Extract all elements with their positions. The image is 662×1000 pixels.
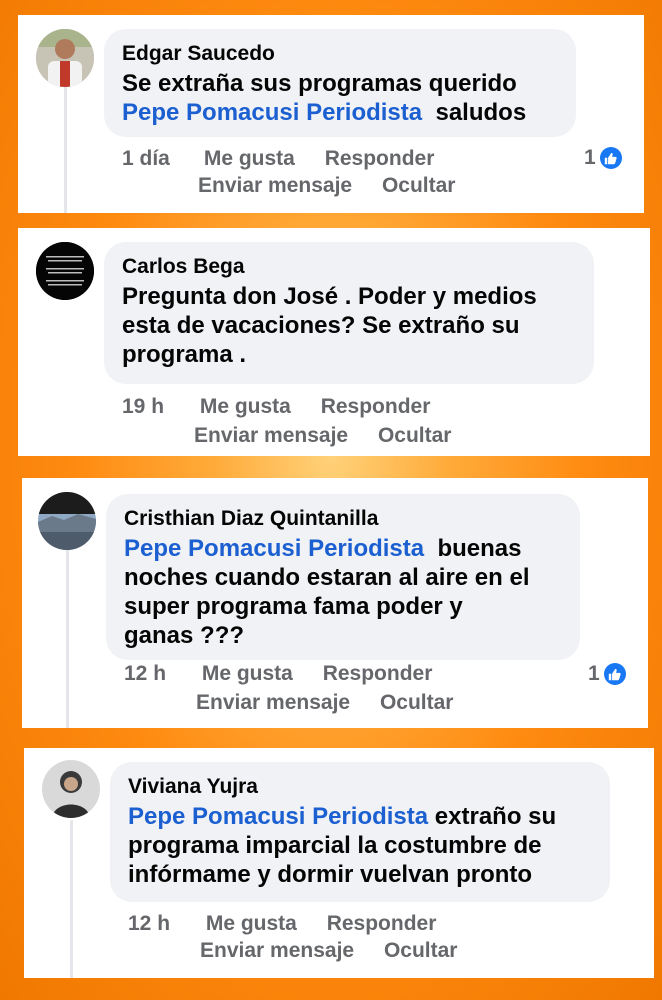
comment-actions: 19 h Me gusta Responder — [122, 393, 430, 421]
reply-button[interactable]: Responder — [321, 393, 431, 421]
like-reaction-icon — [599, 147, 622, 169]
reply-button[interactable]: Responder — [325, 145, 435, 173]
hide-button[interactable]: Ocultar — [384, 939, 458, 962]
comment-text: Pepe Pomacusi Periodista extraño su prog… — [128, 802, 592, 889]
comment-bubble: Cristhian Diaz Quintanilla Pepe Pomacusi… — [106, 494, 580, 660]
comment-card: Cristhian Diaz Quintanilla Pepe Pomacusi… — [22, 478, 648, 728]
comment-actions-row2: Enviar mensaje Ocultar — [200, 939, 457, 963]
comment-author[interactable]: Edgar Saucedo — [122, 41, 558, 67]
like-button[interactable]: Me gusta — [204, 145, 295, 173]
comment-author[interactable]: Carlos Bega — [122, 254, 576, 280]
like-button[interactable]: Me gusta — [200, 393, 291, 421]
avatar[interactable] — [42, 760, 100, 818]
comment-actions: 12 h Me gusta Responder — [124, 660, 432, 688]
comment-bubble: Edgar Saucedo Se extraña sus programas q… — [104, 29, 576, 137]
comment-text: Pepe Pomacusi Periodista buenas noches c… — [124, 534, 562, 650]
hide-button[interactable]: Ocultar — [378, 424, 452, 447]
reply-button[interactable]: Responder — [327, 910, 437, 938]
comment-actions-row2: Enviar mensaje Ocultar — [194, 424, 451, 448]
comment-text-part: saludos — [435, 99, 527, 126]
send-message-button[interactable]: Enviar mensaje — [200, 939, 354, 962]
reply-button[interactable]: Responder — [323, 660, 433, 688]
comment-timestamp[interactable]: 1 día — [122, 145, 198, 173]
comment-author[interactable]: Viviana Yujra — [128, 774, 592, 800]
comment-bubble: Carlos Bega Pregunta don José . Poder y … — [104, 242, 594, 384]
thread-line — [66, 550, 69, 728]
comment-card: Viviana Yujra Pepe Pomacusi Periodista e… — [24, 748, 654, 978]
comment-text-part: Se extraña sus programas querido — [122, 70, 517, 97]
send-message-button[interactable]: Enviar mensaje — [196, 691, 350, 714]
comment-timestamp[interactable]: 12 h — [124, 660, 196, 688]
reaction-number: 1 — [584, 146, 596, 169]
like-button[interactable]: Me gusta — [202, 660, 293, 688]
like-button[interactable]: Me gusta — [206, 910, 297, 938]
comment-text: Se extraña sus programas querido Pepe Po… — [122, 69, 558, 127]
comment-card: Carlos Bega Pregunta don José . Poder y … — [18, 228, 650, 456]
comment-timestamp[interactable]: 19 h — [122, 393, 194, 421]
thread-line — [64, 87, 67, 213]
comment-text-line: programa imparcial la costumbre de — [128, 832, 542, 859]
comment-text-line: programa . — [122, 341, 247, 368]
person-photo-icon — [36, 29, 94, 87]
comment-text-line: Pregunta don José . Poder y medios — [122, 283, 537, 310]
send-message-button[interactable]: Enviar mensaje — [198, 174, 352, 197]
mention-link[interactable]: Pepe Pomacusi Periodista — [124, 535, 424, 562]
avatar[interactable] — [36, 29, 94, 87]
comment-card: Edgar Saucedo Se extraña sus programas q… — [18, 15, 644, 213]
comment-text-line: super programa fama poder y — [124, 593, 463, 620]
comment-timestamp[interactable]: 12 h — [128, 910, 200, 938]
comment-text-part: extraño su — [434, 803, 557, 830]
text-image-avatar-icon — [36, 242, 94, 300]
hide-button[interactable]: Ocultar — [380, 691, 454, 714]
comment-actions-row2: Enviar mensaje Ocultar — [198, 174, 455, 198]
comment-text-line: noches cuando estaran al aire en el — [124, 564, 530, 591]
comment-actions-row2: Enviar mensaje Ocultar — [196, 691, 453, 715]
comment-text-line: infórmame y dormir vuelvan pronto — [128, 861, 533, 888]
comment-text: Pregunta don José . Poder y medios esta … — [122, 282, 576, 369]
like-reaction-icon — [603, 663, 626, 685]
reaction-number: 1 — [588, 662, 600, 685]
comment-author[interactable]: Cristhian Diaz Quintanilla — [124, 506, 562, 532]
mention-link[interactable]: Pepe Pomacusi Periodista — [122, 99, 422, 126]
comment-text-line: ganas ??? — [124, 622, 245, 649]
avatar[interactable] — [36, 242, 94, 300]
person-photo-icon — [42, 760, 100, 818]
comment-text-line: esta de vacaciones? Se extraño su — [122, 312, 520, 339]
comment-actions: 1 día Me gusta Responder — [122, 145, 434, 173]
mention-link[interactable]: Pepe Pomacusi Periodista — [128, 803, 428, 830]
comment-actions: 12 h Me gusta Responder — [128, 910, 436, 938]
comment-text-part: buenas — [437, 535, 522, 562]
reaction-count[interactable]: 1 — [584, 146, 622, 170]
comment-bubble: Viviana Yujra Pepe Pomacusi Periodista e… — [110, 762, 610, 902]
send-message-button[interactable]: Enviar mensaje — [194, 424, 348, 447]
landscape-photo-icon — [38, 492, 96, 550]
hide-button[interactable]: Ocultar — [382, 174, 456, 197]
thread-line — [70, 820, 73, 978]
reaction-count[interactable]: 1 — [588, 662, 626, 686]
avatar[interactable] — [38, 492, 96, 550]
